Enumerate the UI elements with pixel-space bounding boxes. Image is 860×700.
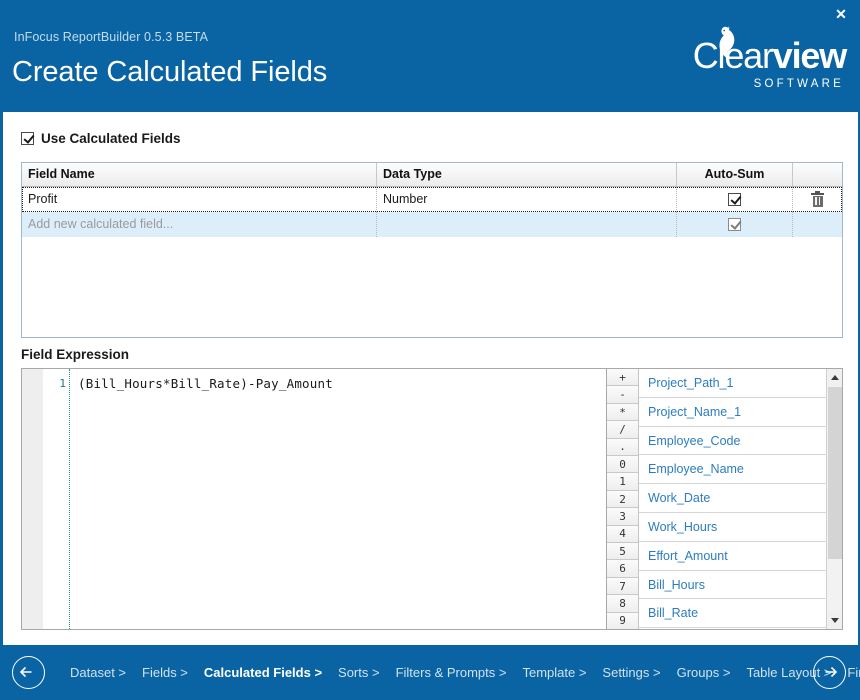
breadcrumb-item-dataset[interactable]: Dataset > bbox=[62, 665, 134, 680]
field-list-scrollbar[interactable] bbox=[826, 369, 842, 629]
calculated-fields-grid: Field Name Data Type Auto-Sum Profit Num… bbox=[21, 162, 843, 338]
keypad-key-6[interactable]: 6 bbox=[607, 560, 638, 578]
cell-new-delete bbox=[793, 212, 842, 237]
cell-field-name[interactable]: Profit bbox=[22, 187, 377, 212]
field-list-item[interactable]: Work_Date bbox=[639, 484, 842, 513]
table-row[interactable]: Profit Number bbox=[22, 187, 842, 212]
grid-empty-area bbox=[22, 237, 842, 337]
editor-gutter bbox=[22, 369, 43, 629]
keypad-key-0[interactable]: 0 bbox=[607, 456, 638, 474]
keypad-key-2[interactable]: 2 bbox=[607, 490, 638, 509]
keypad-key-divide[interactable]: / bbox=[607, 421, 638, 439]
column-header-data-type[interactable]: Data Type bbox=[377, 163, 677, 186]
cell-new-data-type[interactable] bbox=[377, 212, 677, 237]
wizard-footer: Dataset > Fields > Calculated Fields > Sort… bbox=[0, 645, 860, 700]
keypad-key-decimal[interactable]: . bbox=[607, 438, 638, 457]
field-list-item[interactable]: Work_Hours bbox=[639, 513, 842, 542]
field-list-items: Project_Path_1 Project_Name_1 Employee_Cod… bbox=[639, 369, 842, 629]
breadcrumb-item-filters-prompts[interactable]: Filters & Prompts > bbox=[388, 665, 515, 680]
cell-new-auto-sum[interactable] bbox=[677, 212, 793, 237]
close-icon[interactable]: ✕ bbox=[830, 4, 852, 24]
keypad-key-5[interactable]: 5 bbox=[607, 543, 638, 561]
add-new-row[interactable]: Add new calculated field... bbox=[22, 212, 842, 237]
next-step-button[interactable] bbox=[813, 656, 846, 689]
app-window: ✕ InFocus ReportBuilder 0.5.3 BETA Creat… bbox=[0, 0, 860, 700]
grid-header-row: Field Name Data Type Auto-Sum bbox=[22, 163, 842, 187]
field-list-item[interactable]: Effort_Amount bbox=[639, 542, 842, 571]
logo-text-bold: view bbox=[772, 35, 847, 76]
keypad-key-7[interactable]: 7 bbox=[607, 577, 638, 596]
scroll-up-icon[interactable] bbox=[827, 369, 842, 386]
trash-icon[interactable] bbox=[811, 190, 824, 207]
editor-margin-line bbox=[69, 369, 70, 629]
scrollbar-thumb[interactable] bbox=[828, 387, 842, 559]
keypad-key-multiply[interactable]: * bbox=[607, 403, 638, 422]
column-header-actions bbox=[793, 163, 842, 186]
logo-wordmark: Clearview bbox=[692, 35, 847, 76]
field-list-item[interactable]: Project_Name_1 bbox=[639, 398, 842, 427]
expression-text[interactable]: (Bill_Hours*Bill_Rate)-Pay_Amount bbox=[78, 376, 333, 391]
code-editor[interactable]: 1 (Bill_Hours*Bill_Rate)-Pay_Amount bbox=[22, 369, 607, 629]
breadcrumb-item-calculated-fields[interactable]: Calculated Fields > bbox=[196, 665, 330, 680]
keypad-key-9[interactable]: 9 bbox=[607, 612, 638, 629]
arrow-left-icon bbox=[19, 666, 32, 678]
checkbox-icon[interactable] bbox=[728, 218, 741, 231]
breadcrumb-item-fields[interactable]: Fields > bbox=[134, 665, 196, 680]
page-title: Create Calculated Fields bbox=[12, 56, 328, 88]
use-calculated-fields-checkbox[interactable]: Use Calculated Fields bbox=[21, 131, 181, 146]
keypad-key-plus[interactable]: + bbox=[607, 369, 638, 387]
logo-text-light: Clear bbox=[692, 35, 774, 76]
cell-data-type[interactable]: Number bbox=[377, 187, 677, 212]
cell-delete[interactable] bbox=[793, 187, 842, 212]
keypad-key-3[interactable]: 3 bbox=[607, 508, 638, 526]
window-header: ✕ InFocus ReportBuilder 0.5.3 BETA Creat… bbox=[0, 0, 860, 112]
main-content: Use Calculated Fields Field Name Data Ty… bbox=[3, 112, 858, 645]
column-header-auto-sum[interactable]: Auto-Sum bbox=[677, 163, 793, 186]
cell-new-field-name[interactable]: Add new calculated field... bbox=[22, 212, 377, 237]
field-expression-editor: 1 (Bill_Hours*Bill_Rate)-Pay_Amount + - * /… bbox=[21, 368, 843, 630]
cell-auto-sum[interactable] bbox=[677, 187, 793, 212]
operator-keypad: + - * /. 0 1 2 3 4 5 6 7 8 9 bbox=[607, 369, 639, 629]
clearview-logo: Clearview SOFTWARE bbox=[656, 26, 847, 96]
breadcrumb: Dataset > Fields > Calculated Fields > Sort… bbox=[62, 645, 860, 700]
field-list-item[interactable]: Bill_Hours bbox=[639, 571, 842, 600]
logo-subtitle: SOFTWARE bbox=[753, 78, 844, 90]
keypad-key-minus[interactable]: - bbox=[607, 386, 638, 404]
checkbox-icon[interactable] bbox=[728, 193, 741, 206]
checkbox-icon[interactable] bbox=[21, 132, 34, 145]
scroll-down-icon[interactable] bbox=[827, 612, 842, 629]
keypad-key-1[interactable]: 1 bbox=[607, 473, 638, 491]
breadcrumb-item-settings[interactable]: Settings > bbox=[594, 665, 668, 680]
breadcrumb-item-groups[interactable]: Groups > bbox=[669, 665, 739, 680]
field-list-item[interactable]: Project_Path_1 bbox=[639, 369, 842, 398]
breadcrumb-item-template[interactable]: Template > bbox=[514, 665, 594, 680]
column-header-field-name[interactable]: Field Name bbox=[22, 163, 377, 186]
keypad-key-8[interactable]: 8 bbox=[607, 595, 638, 613]
keypad-key-4[interactable]: 4 bbox=[607, 525, 638, 544]
previous-step-button[interactable] bbox=[12, 656, 45, 689]
arrow-right-icon bbox=[825, 666, 838, 678]
field-list-item[interactable]: Employee_Code bbox=[639, 427, 842, 456]
field-list-item[interactable]: Bill_Rate bbox=[639, 599, 842, 629]
breadcrumb-item-sorts[interactable]: Sorts > bbox=[330, 665, 388, 680]
use-calculated-fields-label: Use Calculated Fields bbox=[41, 131, 181, 146]
field-expression-label: Field Expression bbox=[21, 347, 130, 362]
field-list-item[interactable]: Employee_Name bbox=[639, 455, 842, 485]
line-number: 1 bbox=[59, 377, 66, 390]
app-version-label: InFocus ReportBuilder 0.5.3 BETA bbox=[14, 30, 209, 44]
available-fields-list: Project_Path_1 Project_Name_1 Employee_Cod… bbox=[639, 369, 842, 629]
